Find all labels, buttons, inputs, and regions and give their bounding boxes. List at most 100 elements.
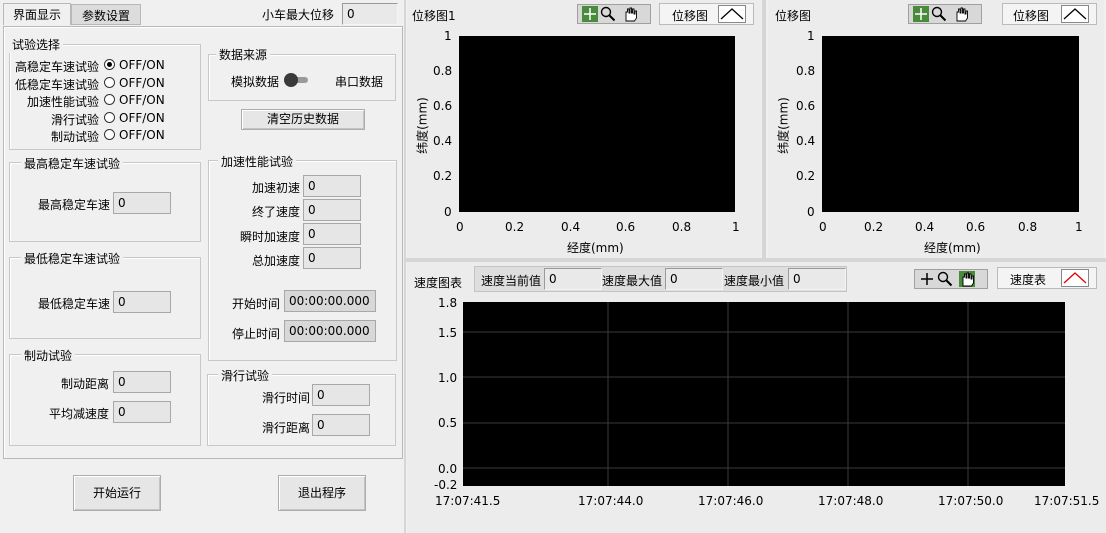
- y-tick: 1: [807, 29, 815, 43]
- brake-distance-value[interactable]: 0: [113, 371, 171, 393]
- stop-time-value[interactable]: 00:00:00.000: [284, 320, 376, 342]
- y-tick: 1.0: [438, 371, 458, 385]
- x-tick: 17:07:46.0: [698, 494, 764, 508]
- y-tick: 0.4: [796, 134, 816, 148]
- legend-label: 速度表: [1010, 273, 1047, 287]
- displacement-graph-2: 位移图 位移图 纬度(mm) 1 0.8 0.6 0.4 0.2 0 0 0.2…: [768, 0, 1104, 258]
- zoom-icon[interactable]: [937, 271, 953, 287]
- radio-low-speed[interactable]: [104, 77, 115, 88]
- x-tick: 0.6: [966, 220, 986, 234]
- speed-max-value[interactable]: 0: [665, 268, 723, 290]
- vertical-separator: [762, 0, 766, 259]
- zoom-icon[interactable]: [600, 6, 616, 22]
- y-tick: 0.8: [796, 64, 816, 78]
- plot-area: [463, 302, 1065, 486]
- brake-field-label: 制动距离: [60, 377, 109, 391]
- high-speed-value[interactable]: 0: [113, 192, 171, 214]
- displacement-graph-1: 位移图1 位移图 纬度(mm) 1 0.8 0.6 0.4 0.2 0 0 0.…: [407, 0, 761, 258]
- exit-program-button[interactable]: 退出程序: [278, 475, 366, 511]
- left-panel: 界面显示 参数设置 小车最大位移 0 试验选择 高稳定车速试验 OFF/ON 低…: [0, 0, 404, 533]
- crosshair-icon[interactable]: [582, 6, 598, 22]
- crosshair-icon[interactable]: [913, 6, 929, 22]
- x-tick: 0: [819, 220, 827, 234]
- accel-field-label: 终了速度: [251, 205, 300, 219]
- y-tick: 0.2: [433, 169, 453, 183]
- speed-graph: 速度图表 速度当前值 0 速度最大值 0 速度最小值 0 速度表 1.8 1.5…: [407, 262, 1106, 533]
- accel-field-label: 加速初速: [251, 181, 300, 195]
- accel-instant-value[interactable]: 0: [303, 223, 361, 245]
- x-tick: 17:07:41.5: [435, 494, 501, 508]
- high-speed-label: 最高稳定车速: [37, 198, 110, 212]
- speed-min-label: 速度最小值: [724, 274, 785, 288]
- speed-current-label: 速度当前值: [481, 274, 542, 288]
- max-displacement-value[interactable]: 0: [342, 3, 398, 25]
- max-displacement-label: 小车最大位移: [262, 8, 335, 22]
- clear-history-button[interactable]: 清空历史数据: [241, 109, 365, 130]
- hand-icon[interactable]: [622, 6, 638, 22]
- start-run-button[interactable]: 开始运行: [73, 475, 161, 511]
- x-tick: 0.4: [561, 220, 581, 234]
- test-item-label: 加速性能试验: [26, 95, 99, 109]
- test-item-state: OFF/ON: [119, 93, 165, 107]
- test-item-label: 滑行试验: [50, 113, 99, 127]
- stop-time-label: 停止时间: [231, 327, 280, 341]
- zoom-icon[interactable]: [931, 6, 947, 22]
- y-tick: 0: [444, 205, 452, 219]
- radio-braking[interactable]: [104, 129, 115, 140]
- x-axis-label: 经度(mm): [924, 241, 981, 255]
- crosshair-icon[interactable]: [919, 271, 935, 287]
- data-source-toggle[interactable]: [284, 73, 310, 87]
- plot-area: [822, 36, 1079, 212]
- y-tick: 0: [807, 205, 815, 219]
- data-source-right-label: 串口数据: [335, 75, 384, 89]
- y-tick: 0.4: [433, 134, 453, 148]
- coast-title: 滑行试验: [218, 367, 273, 384]
- test-item-state: OFF/ON: [119, 111, 165, 125]
- x-tick: 1: [732, 220, 740, 234]
- legend-plot-icon[interactable]: [718, 5, 746, 23]
- speed-current-value[interactable]: 0: [544, 268, 602, 290]
- accel-final-speed-value[interactable]: 0: [303, 199, 361, 221]
- accel-field-label: 瞬时加速度: [239, 230, 300, 244]
- speed-max-label: 速度最大值: [602, 274, 663, 288]
- speed-min-value[interactable]: 0: [788, 268, 846, 290]
- low-speed-value[interactable]: 0: [113, 291, 171, 313]
- start-time-value[interactable]: 00:00:00.000: [284, 290, 376, 312]
- legend-box: 位移图: [659, 3, 754, 25]
- graph-palette: [577, 4, 651, 24]
- legend-plot-icon[interactable]: [1061, 5, 1089, 23]
- accel-initial-speed-value[interactable]: 0: [303, 175, 361, 197]
- graph-palette: [908, 4, 982, 24]
- data-source-title: 数据来源: [216, 46, 271, 63]
- brake-title: 制动试验: [21, 347, 76, 364]
- start-time-label: 开始时间: [231, 297, 280, 311]
- x-tick: 17:07:50.0: [938, 494, 1004, 508]
- avg-deceleration-value[interactable]: 0: [113, 401, 171, 423]
- graph-title: 位移图: [775, 9, 812, 23]
- y-tick: 1: [444, 29, 452, 43]
- y-axis-label: 纬度(mm): [415, 97, 430, 154]
- y-tick: 1.8: [438, 296, 458, 310]
- x-tick: 17:07:48.0: [818, 494, 884, 508]
- coast-time-value[interactable]: 0: [312, 384, 370, 406]
- accel-title: 加速性能试验: [218, 153, 297, 170]
- hand-icon[interactable]: [953, 6, 969, 22]
- radio-acceleration[interactable]: [104, 94, 115, 105]
- hand-icon[interactable]: [959, 271, 975, 287]
- plot-grid: [463, 302, 1065, 486]
- accel-total-value[interactable]: 0: [303, 247, 361, 269]
- y-tick: 0.0: [438, 462, 458, 476]
- x-tick: 1: [1075, 220, 1083, 234]
- test-item-label: 制动试验: [50, 130, 99, 144]
- x-tick: 17:07:51.5: [1034, 494, 1100, 508]
- tab-interface-display[interactable]: 界面显示: [3, 3, 71, 25]
- brake-field-label: 平均减速度: [48, 407, 109, 421]
- tab-parameter-settings[interactable]: 参数设置: [71, 4, 141, 25]
- coast-distance-value[interactable]: 0: [312, 414, 370, 436]
- legend-label: 位移图: [1013, 9, 1050, 23]
- radio-coasting[interactable]: [104, 112, 115, 123]
- radio-high-speed[interactable]: [104, 59, 115, 70]
- legend-plot-icon[interactable]: [1061, 269, 1089, 287]
- accel-field-label: 总加速度: [251, 254, 300, 268]
- test-item-label: 低稳定车速试验: [14, 78, 99, 92]
